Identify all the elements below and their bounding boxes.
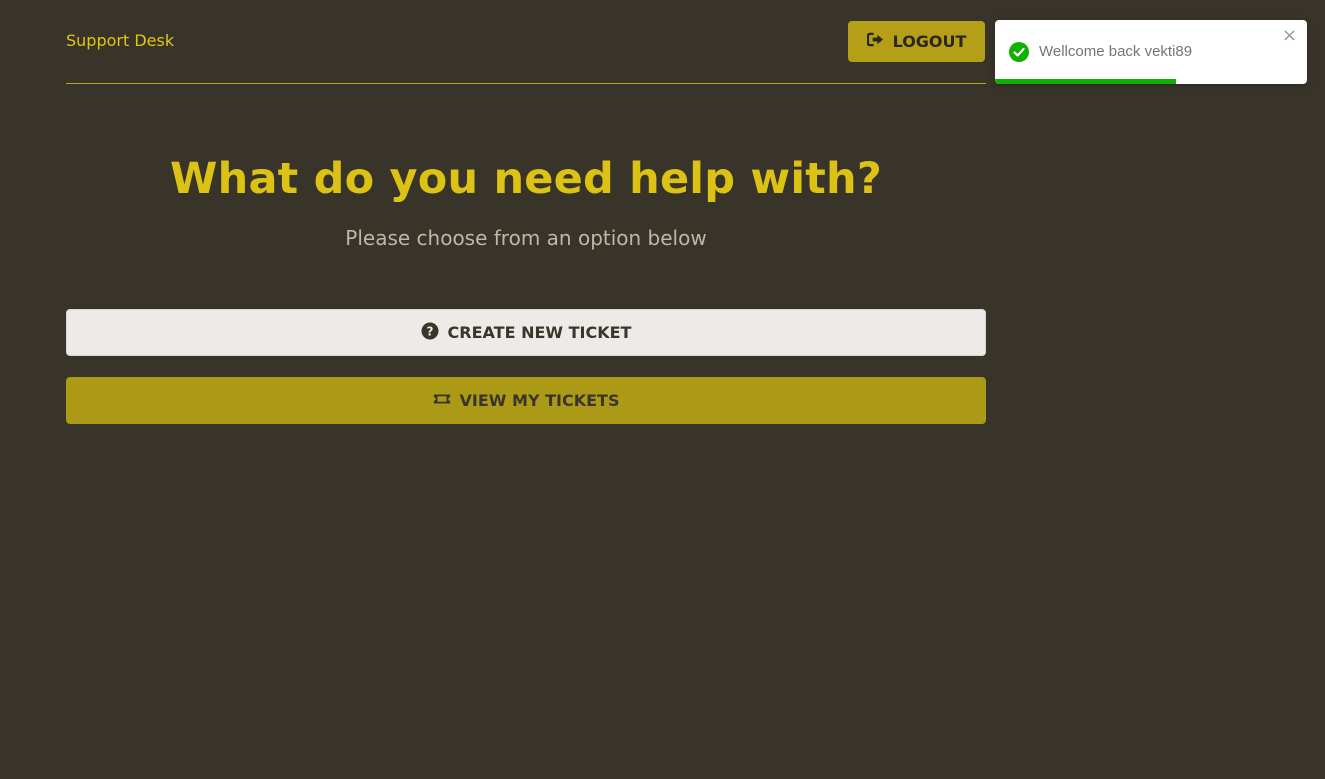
question-circle-icon: ? — [421, 322, 439, 344]
view-tickets-label: VIEW MY TICKETS — [459, 391, 620, 410]
success-toast[interactable]: Wellcome back vekti89 × — [995, 20, 1307, 84]
view-tickets-button[interactable]: VIEW MY TICKETS — [66, 377, 986, 424]
sign-out-icon — [866, 32, 884, 51]
page-container: Support Desk LOGOUT What do you need hel… — [66, 0, 986, 424]
check-circle-icon — [1009, 42, 1029, 62]
page-subtitle: Please choose from an option below — [345, 226, 707, 250]
logout-button[interactable]: LOGOUT — [848, 21, 985, 62]
toast-progress-bar — [995, 79, 1176, 84]
svg-text:?: ? — [426, 324, 433, 338]
hero-section: What do you need help with? Please choos… — [66, 154, 986, 252]
create-ticket-label: CREATE NEW TICKET — [447, 323, 632, 342]
brand-link[interactable]: Support Desk — [66, 31, 174, 50]
create-ticket-button[interactable]: ? CREATE NEW TICKET — [66, 309, 986, 356]
ticket-icon — [433, 390, 451, 412]
close-icon[interactable]: × — [1282, 27, 1297, 45]
page-title: What do you need help with? — [170, 154, 882, 204]
logout-label: LOGOUT — [892, 32, 967, 51]
toast-message: Wellcome back vekti89 — [1039, 43, 1193, 60]
top-header: Support Desk LOGOUT — [66, 0, 986, 84]
